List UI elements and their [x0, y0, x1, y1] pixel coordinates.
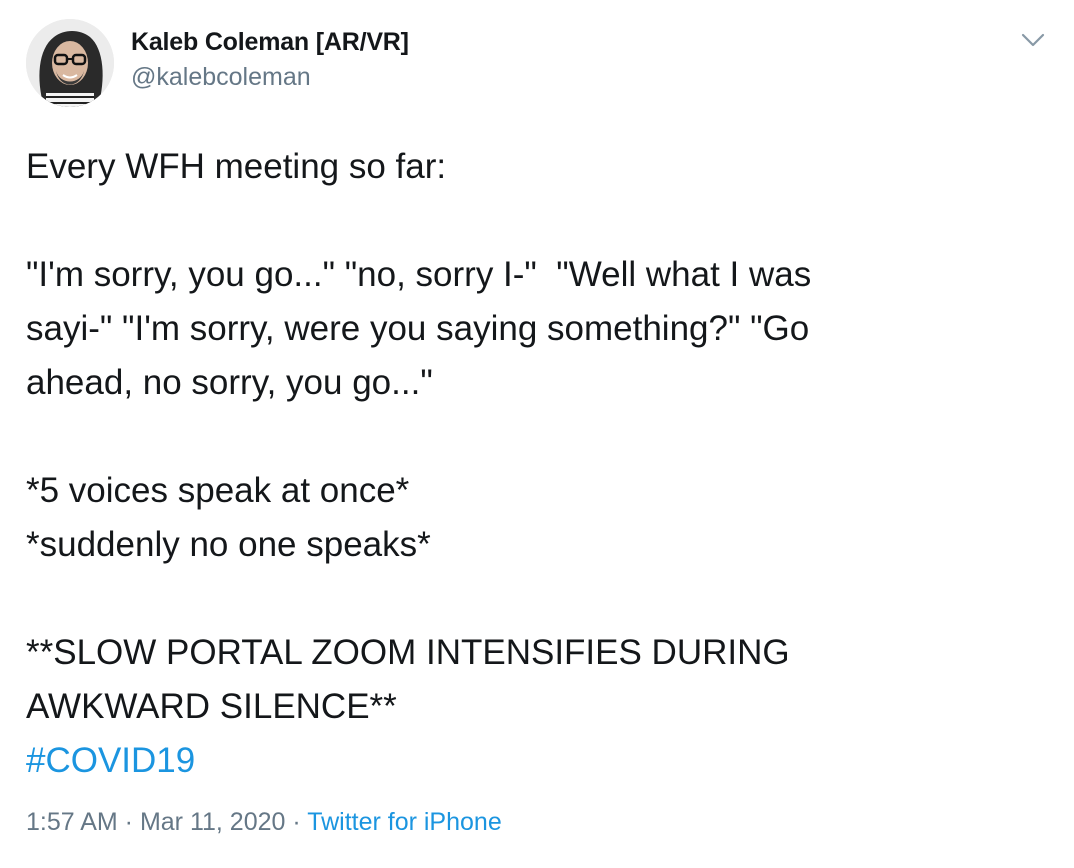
tweet-text-line: "I'm sorry, you go..." "no, sorry I-" "W… — [26, 255, 812, 294]
meta-separator: · — [285, 808, 308, 836]
avatar[interactable] — [26, 19, 114, 107]
tweet-metadata: 1:57 AM · Mar 11, 2020 · Twitter for iPh… — [26, 808, 502, 837]
tweet-text-line: Every WFH meeting so far: — [26, 147, 447, 186]
tweet-source-link[interactable]: Twitter for iPhone — [307, 808, 502, 836]
hashtag-link[interactable]: #COVID19 — [26, 741, 195, 780]
tweet-text-line — [26, 572, 1046, 626]
tweet-text-line — [26, 194, 1046, 248]
author-display-name[interactable]: Kaleb Coleman [AR/VR] — [131, 28, 409, 57]
tweet-text-line: sayi-" "I'm sorry, were you saying somet… — [26, 309, 810, 348]
tweet-text-line: ahead, no sorry, you go..." — [26, 363, 433, 402]
chevron-down-icon[interactable] — [1018, 27, 1048, 53]
avatar-image — [26, 19, 114, 107]
tweet-text-line: *5 voices speak at once* — [26, 471, 410, 510]
tweet-date[interactable]: Mar 11, 2020 — [140, 808, 285, 836]
tweet-text-line: AWKWARD SILENCE** — [26, 687, 397, 726]
tweet-card: Kaleb Coleman [AR/VR] @kalebcoleman Ever… — [0, 0, 1074, 868]
tweet-text-line — [26, 410, 1046, 464]
tweet-text-line: *suddenly no one speaks* — [26, 525, 431, 564]
tweet-text: Every WFH meeting so far: "I'm sorry, yo… — [26, 140, 1046, 788]
tweet-time[interactable]: 1:57 AM — [26, 808, 118, 836]
tweet-text-line: **SLOW PORTAL ZOOM INTENSIFIES DURING — [26, 633, 790, 672]
meta-separator: · — [117, 808, 140, 836]
author-handle[interactable]: @kalebcoleman — [131, 63, 311, 92]
